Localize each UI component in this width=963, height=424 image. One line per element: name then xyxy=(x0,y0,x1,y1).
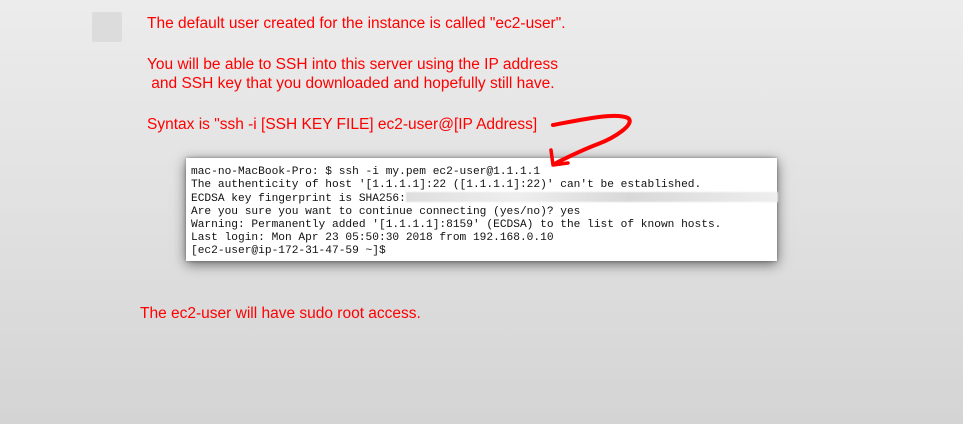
red-arrow-icon xyxy=(549,113,632,167)
